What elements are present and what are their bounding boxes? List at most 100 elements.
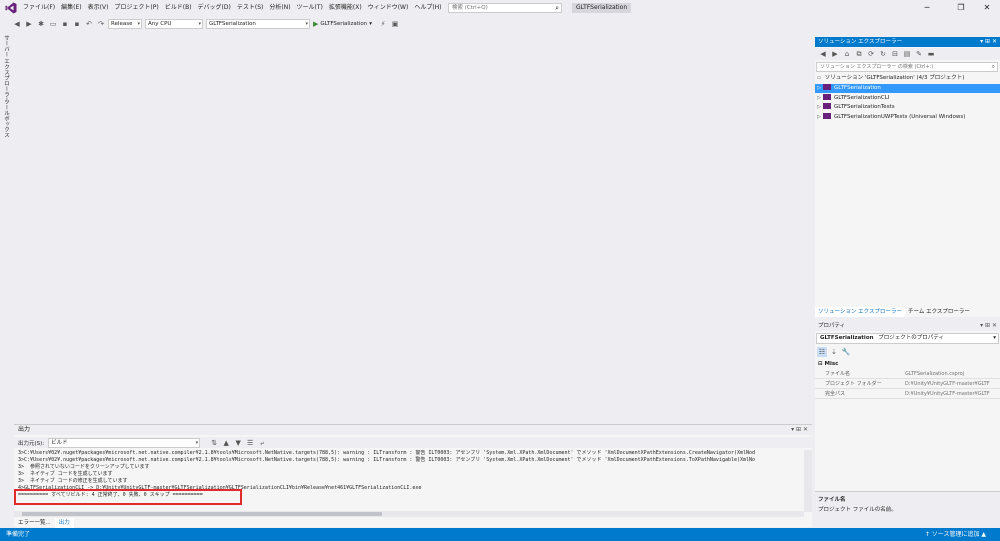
property-value: D:¥Unity¥UnityGLTF-master¥GLTF	[905, 381, 990, 387]
visual-studio-logo-icon	[5, 2, 17, 14]
menu-item[interactable]: ヘルプ(H)	[411, 0, 444, 16]
prev-message-icon[interactable]: ▲	[221, 438, 231, 448]
menu-item[interactable]: プロジェクト(P)	[111, 0, 161, 16]
expand-icon[interactable]: ▷	[815, 84, 823, 93]
panel-menu-icon[interactable]: ▾ ⊞ ✕	[791, 425, 808, 435]
pending-changes-icon[interactable]: ⟳	[866, 49, 876, 59]
expand-icon[interactable]: ▷	[815, 113, 823, 122]
window-title: GLTFSerialization	[572, 3, 632, 13]
properties-icon[interactable]: ✎	[914, 49, 924, 59]
tab-error-list[interactable]: エラー一覧...	[14, 518, 55, 528]
csharp-project-icon	[823, 84, 831, 90]
menu-item[interactable]: 分析(N)	[266, 0, 293, 16]
output-header: 出力 ▾ ⊞ ✕	[14, 425, 812, 435]
refresh-icon[interactable]: ↻	[878, 49, 888, 59]
properties-panel: プロパティ ▾ ⊞ ✕ GLTFSerialization プロジェクトのプロパ…	[815, 321, 1000, 526]
scroll-thumb[interactable]	[22, 512, 382, 516]
output-line: 3>C:¥Users¥02¥.nuget¥packages¥microsoft.…	[18, 450, 756, 456]
next-message-icon[interactable]: ▼	[233, 438, 243, 448]
expand-icon[interactable]: ▷	[815, 94, 823, 103]
output-source-label: 出力元(S):	[18, 440, 45, 447]
word-wrap-icon[interactable]: ⤶	[257, 438, 267, 448]
configuration-dropdown[interactable]: Release ▾	[108, 18, 142, 29]
search-icon[interactable]: ⌕	[555, 4, 559, 12]
tab-solution-explorer[interactable]: ソリューション エクスプローラー	[815, 307, 905, 317]
vertical-scrollbar[interactable]	[804, 450, 812, 512]
search-icon: ⌕	[991, 63, 995, 70]
output-panel: 出力 ▾ ⊞ ✕ 出力元(S): ビルド ▾ ⇅ ▲ ▼ ☰ ⤶ 3>C:¥Use…	[14, 424, 812, 528]
forward-icon[interactable]: ▶	[830, 49, 840, 59]
camera-icon[interactable]: ▣	[390, 19, 400, 29]
add-to-source-control[interactable]: ↑ ソース管理に追加 ▲	[925, 528, 986, 541]
collapse-icon[interactable]: ⊟	[818, 361, 823, 367]
switch-views-icon[interactable]: ⧉	[854, 49, 864, 59]
editor-area	[14, 31, 812, 421]
project-node[interactable]: ▷ GLTFSerializationCLI	[815, 93, 1000, 103]
new-project-icon[interactable]: ✱	[36, 19, 46, 29]
search-input[interactable]: 検索 (Ctrl+Q) ⌕	[448, 3, 562, 13]
expand-icon[interactable]: ▷	[815, 103, 823, 112]
highlight-annotation	[14, 489, 242, 505]
startup-project-dropdown[interactable]: GLTFSerialization ▾	[206, 18, 310, 29]
property-row[interactable]: ファイル名 GLTFSerialization.csproj	[815, 370, 1000, 379]
property-row[interactable]: 完全パス D:¥Unity¥UnityGLTF-master¥GLTF	[815, 390, 1000, 399]
minimize-button[interactable]: ─	[914, 2, 940, 14]
tab-team-explorer[interactable]: チーム エクスプローラー	[905, 307, 973, 317]
menu-item[interactable]: 拡張機能(X)	[326, 0, 365, 16]
redo-icon[interactable]: ↷	[96, 19, 106, 29]
menu-item[interactable]: ビルド(B)	[162, 0, 195, 16]
panel-menu-icon[interactable]: ▾ ⊞ ✕	[980, 321, 997, 331]
solution-search-placeholder: ソリューション エクスプローラー の検索 (Ctrl+:)	[820, 64, 934, 70]
project-node[interactable]: ▷ GLTFSerializationUWPTests (Universal Wi…	[815, 112, 1000, 122]
back-icon[interactable]: ◀	[818, 49, 828, 59]
horizontal-scrollbar[interactable]	[14, 511, 804, 517]
tab-output[interactable]: 出力	[54, 518, 74, 528]
property-pages-icon[interactable]: 🔧	[841, 347, 851, 357]
solution-search-input[interactable]: ソリューション エクスプローラー の検索 (Ctrl+:) ⌕	[816, 62, 998, 72]
categorized-icon[interactable]: ☷	[817, 347, 827, 357]
properties-object-selector[interactable]: GLTFSerialization プロジェクトのプロパティ ▾	[816, 333, 999, 344]
panel-menu-icon[interactable]: ▾ ⊞ ✕	[980, 37, 997, 47]
close-button[interactable]: ✕	[974, 2, 1000, 14]
alphabetical-icon[interactable]: ⇣	[829, 347, 839, 357]
solution-node[interactable]: ▭ ソリューション 'GLTFSerialization' (4/3 プロジェク…	[815, 74, 1000, 83]
menu-item[interactable]: 編集(E)	[58, 0, 84, 16]
start-button[interactable]: ▶ GLTFSerialization ▾	[313, 20, 372, 28]
save-all-icon[interactable]: ▪	[72, 19, 82, 29]
project-node[interactable]: ▷ GLTFSerialization	[815, 84, 1000, 93]
preview-icon[interactable]: ▬	[926, 49, 936, 59]
maximize-button[interactable]: ❐	[948, 2, 974, 14]
csharp-project-icon	[823, 93, 831, 100]
platform-value: Any CPU	[148, 20, 172, 27]
menu-item[interactable]: ウィンドウ(W)	[365, 0, 412, 16]
properties-object-name: GLTFSerialization	[820, 335, 874, 341]
menu-item[interactable]: ツール(T)	[294, 0, 326, 16]
menu-item[interactable]: 表示(V)	[85, 0, 112, 16]
menu-item[interactable]: ファイル(F)	[20, 0, 58, 16]
toolbox-tab[interactable]: ツールボックス	[2, 99, 10, 138]
back-icon[interactable]: ◀	[12, 19, 22, 29]
undo-icon[interactable]: ↶	[84, 19, 94, 29]
menu-item[interactable]: デバッグ(D)	[195, 0, 234, 16]
property-value: D:¥Unity¥UnityGLTF-master¥GLTF	[905, 391, 990, 397]
bottom-tabs: エラー一覧... 出力	[14, 518, 74, 528]
menu-item[interactable]: テスト(S)	[234, 0, 267, 16]
collapse-all-icon[interactable]: ⊟	[890, 49, 900, 59]
property-row[interactable]: プロジェクト フォルダー D:¥Unity¥UnityGLTF-master¥GL…	[815, 380, 1000, 389]
output-source-dropdown[interactable]: ビルド ▾	[48, 437, 201, 448]
menu-items: ファイル(F) 編集(E) 表示(V) プロジェクト(P) ビルド(B) デバッグ(D) テ…	[20, 0, 445, 16]
solution-explorer: ソリューション エクスプローラー ▾ ⊞ ✕ ◀ ▶ ⌂ ⧉ ⟳ ↻ ⊟ ▤ ✎…	[815, 37, 1000, 317]
chevron-down-icon: ▾	[137, 20, 140, 27]
open-file-icon[interactable]: ▭	[48, 19, 58, 29]
server-explorer-tab[interactable]: サーバー エクスプローラー	[2, 35, 10, 103]
startup-project-value: GLTFSerialization	[209, 20, 256, 27]
project-node[interactable]: ▷ GLTFSerializationTests	[815, 103, 1000, 112]
hot-reload-icon[interactable]: ⚡	[378, 19, 388, 29]
save-icon[interactable]: ▪	[60, 19, 70, 29]
show-all-files-icon[interactable]: ▤	[902, 49, 912, 59]
find-icon[interactable]: ⇅	[209, 438, 219, 448]
forward-icon[interactable]: ▶	[24, 19, 34, 29]
clear-all-icon[interactable]: ☰	[245, 438, 255, 448]
platform-dropdown[interactable]: Any CPU ▾	[145, 18, 203, 29]
home-icon[interactable]: ⌂	[842, 49, 852, 59]
